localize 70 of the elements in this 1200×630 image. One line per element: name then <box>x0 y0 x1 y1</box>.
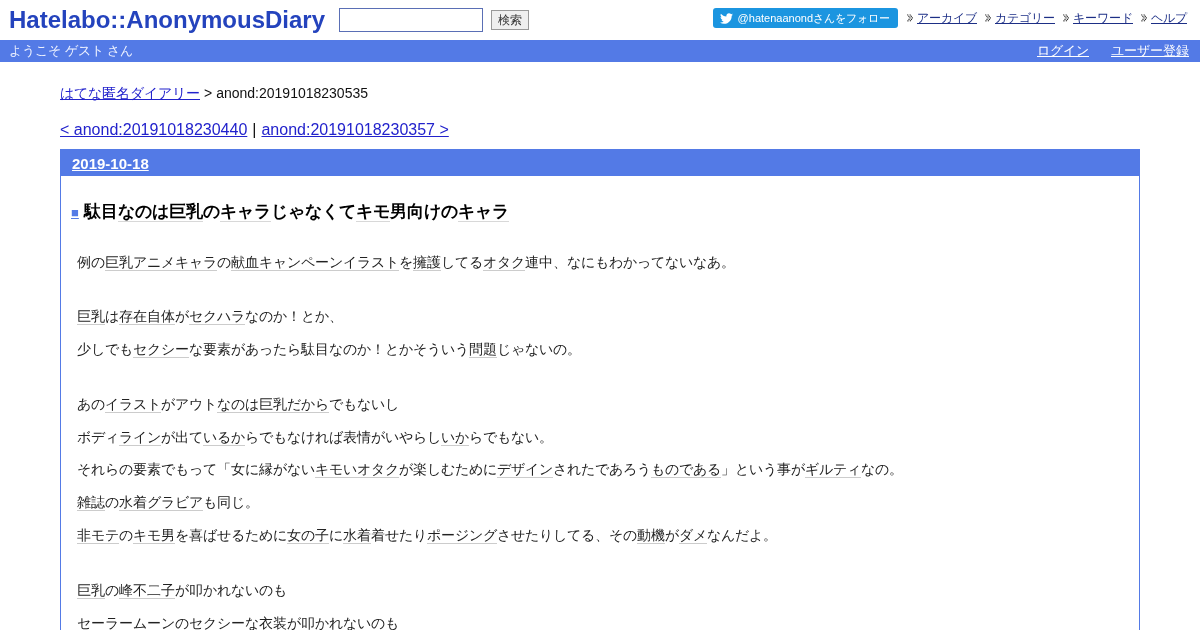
body-text: ボディ ラインが出て いるからでもなければ表情がいやらし いからでもない。 <box>77 429 554 445</box>
nav-link[interactable]: キーワード <box>1073 9 1133 27</box>
breadcrumb-link[interactable]: はてな匿名ダイアリー <box>60 84 200 102</box>
keyword-link[interactable]: ダメ <box>679 527 707 545</box>
site-logo[interactable]: Hatelabo::AnonymousDiary <box>9 6 326 34</box>
nav-link[interactable]: アーカイブ <box>917 9 977 27</box>
keyword-link[interactable]: セクシー <box>133 341 189 359</box>
body-text: セーラームーンのセクシーな衣装が叩かれないのも <box>77 615 400 630</box>
keyword-link[interactable]: 問題 <box>469 341 497 359</box>
keyword-link[interactable]: オタク <box>483 253 525 271</box>
keyword-link[interactable]: キモ男 <box>133 527 175 545</box>
bird-icon <box>719 11 733 25</box>
keyword-link[interactable]: 巨乳 <box>77 308 105 326</box>
body-text: 非モテのキモ男 を喜ばせるために女の子に水着着せたりポージングさせたりしてる、その動機がダメ なんだよ。 <box>77 528 778 544</box>
body-text: 例の巨乳アニメキャラの献血キャンペーンイラスト を擁護してる オタク連中、なにもわかってないなあ。 <box>77 254 736 270</box>
keyword-link[interactable]: 雑誌 <box>77 494 105 512</box>
keyword-link[interactable]: ギルティ <box>805 461 861 479</box>
keyword-link[interactable]: 水着グラビア <box>119 494 203 512</box>
keyword-link[interactable]: 峰不二子 <box>119 581 175 599</box>
chevron-icon <box>1141 14 1147 22</box>
breadcrumb-current: anond:20191018230535 <box>216 84 368 102</box>
date-link[interactable]: 2019-10-18 <box>72 154 149 172</box>
body-text: あのイラストがアウト なのは巨乳だから でもないし <box>77 396 400 412</box>
nav-link[interactable]: ヘルプ <box>1151 9 1187 27</box>
chevron-icon <box>907 14 913 22</box>
search-field[interactable] <box>339 8 484 32</box>
keyword-link[interactable]: 動機 <box>637 527 665 545</box>
keyword-link[interactable]: 水着 <box>343 527 371 545</box>
chevron-icon <box>985 14 991 22</box>
breadcrumb-separator: > <box>204 84 213 102</box>
keyword-link[interactable]: 女の子 <box>287 527 329 545</box>
keyword-link[interactable]: セクハラ <box>189 308 245 326</box>
keyword-link[interactable]: キモいオタク <box>315 461 399 479</box>
keyword-link[interactable]: なのは <box>117 202 169 222</box>
keyword-link[interactable]: なのは <box>217 395 259 413</box>
keyword-link[interactable]: ものである <box>651 461 721 479</box>
keyword-link[interactable]: 巨乳 <box>259 395 287 413</box>
nav-link[interactable]: カテゴリー <box>995 9 1055 27</box>
search-button[interactable]: 検索 <box>491 10 530 30</box>
previous-entry-link[interactable]: < anond:20191018230440 <box>60 120 248 140</box>
body-text: それらの要素でもって「女に縁がないキモいオタクが楽しむためにデザイン されたであろう ものである」という事がギルティ なの。 <box>77 462 904 478</box>
keyword-link[interactable]: だから <box>287 395 329 413</box>
account-link[interactable]: ユーザー登録 <box>1111 42 1189 60</box>
keyword-link[interactable]: 存在自体 <box>119 308 175 326</box>
keyword-link[interactable]: 擁護 <box>413 253 441 271</box>
keyword-link[interactable]: いるか <box>203 428 245 446</box>
body-text: 雑誌の水着グラビア も同じ。 <box>77 495 260 511</box>
keyword-link[interactable]: デザイン <box>497 461 553 479</box>
body-text: 少しでも セクシーな要素があったら駄目なのか！とかそういう 問題 じゃないの。 <box>77 342 582 358</box>
keyword-link[interactable]: キャラ <box>219 202 271 222</box>
greeting-text: ようこそ ゲスト さん <box>9 42 134 60</box>
keyword-link[interactable]: キモ <box>355 202 390 222</box>
keyword-link[interactable]: キャラ <box>457 202 509 222</box>
keyword-link[interactable]: 巨乳 <box>77 581 105 599</box>
keyword-link[interactable]: 巨乳アニメキャラ <box>105 253 217 271</box>
keyword-link[interactable]: ライン <box>119 428 161 446</box>
body-text: 巨乳の峰不二子が叩かれないのも <box>77 582 288 598</box>
keyword-link[interactable]: ポージング <box>427 527 497 545</box>
anchor-link[interactable]: ■ <box>71 205 79 220</box>
next-entry-link[interactable]: anond:20191018230357 > <box>261 120 449 140</box>
keyword-link[interactable]: 非モテ <box>77 527 119 545</box>
keyword-link[interactable]: 献血キャンペーンイラスト <box>231 253 399 271</box>
body-text: 巨乳は存在自体がセクハラ なのか！とか、 <box>77 309 344 325</box>
keyword-link[interactable]: イラスト <box>105 395 161 413</box>
keyword-link[interactable]: 巨乳 <box>168 202 203 222</box>
chevron-icon <box>1063 14 1069 22</box>
keyword-link[interactable]: いか <box>441 428 469 446</box>
account-link[interactable]: ログイン <box>1037 42 1089 60</box>
pager-separator: | <box>252 120 257 140</box>
entry-title: ■ 駄目なのは巨乳のキャラ じゃなくてキモ男向けのキャラ <box>71 202 510 223</box>
